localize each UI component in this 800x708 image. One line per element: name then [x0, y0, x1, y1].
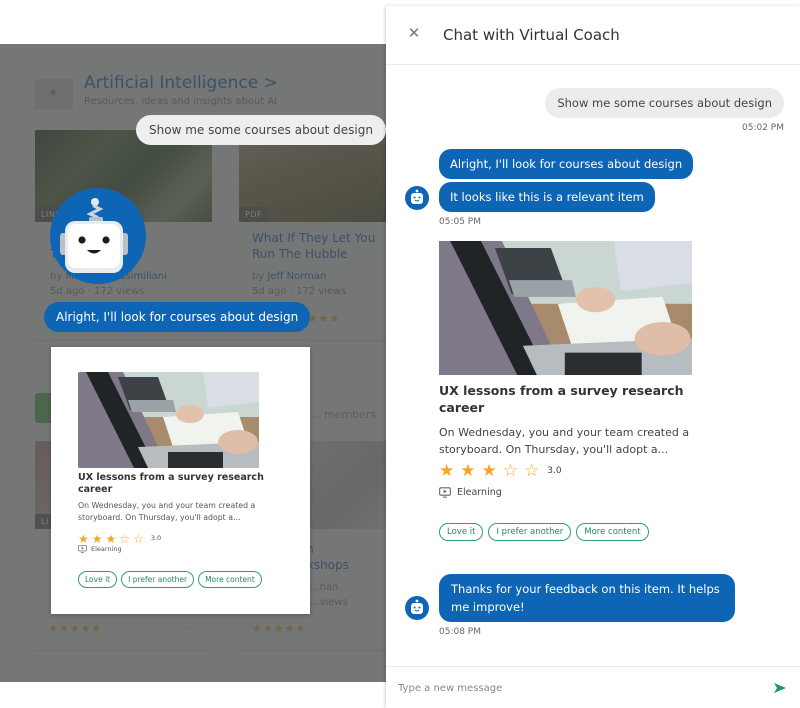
bot-message: Alright, I'll look for courses about des… — [439, 149, 694, 179]
robot-icon — [50, 188, 146, 284]
more-content-button[interactable]: More content — [198, 571, 262, 588]
prefer-another-button[interactable]: I prefer another — [121, 571, 195, 588]
star-filled-icon: ★ — [481, 461, 497, 481]
rating-stars: ★ ★ ★ ☆ ☆ — [439, 461, 545, 481]
bot-avatar-icon — [405, 596, 429, 620]
star-filled-icon: ★ — [91, 532, 103, 546]
star-empty-icon: ☆ — [133, 532, 144, 546]
message-input[interactable] — [398, 677, 738, 699]
content-type: Elearning — [439, 487, 502, 498]
content-description: On Wednesday, you and your team created … — [78, 501, 256, 522]
elearning-icon — [78, 545, 87, 553]
preview-bot-message: Alright, I'll look for courses about des… — [44, 302, 311, 332]
content-description: On Wednesday, you and your team created … — [439, 426, 690, 456]
star-empty-icon: ☆ — [524, 461, 540, 481]
close-icon[interactable]: ✕ — [406, 25, 422, 41]
prefer-another-button[interactable]: I prefer another — [488, 523, 572, 541]
preview-user-message: Show me some courses about design — [136, 115, 386, 145]
chat-panel: ✕ Chat with Virtual Coach Show me some c… — [386, 6, 800, 708]
rating: ★ ★ ★ ☆ ☆ 3.0 — [439, 461, 562, 481]
user-message: Show me some courses about design — [545, 88, 784, 118]
send-icon[interactable] — [772, 680, 788, 696]
feedback-actions: Love it I prefer another More content — [439, 523, 649, 541]
love-it-button[interactable]: Love it — [439, 523, 484, 541]
content-type: Elearning — [78, 545, 122, 553]
content-type-label: Elearning — [457, 487, 502, 498]
content-title[interactable]: UX lessons from a survey research career — [78, 472, 278, 496]
star-filled-icon: ★ — [78, 532, 89, 546]
star-empty-icon: ☆ — [119, 532, 131, 546]
star-filled-icon: ★ — [105, 532, 117, 546]
message-composer — [386, 666, 800, 708]
bot-message: It looks like this is a relevant item — [439, 182, 655, 212]
preview-content-card: UX lessons from a survey research career… — [51, 347, 310, 614]
love-it-button[interactable]: Love it — [78, 571, 118, 588]
content-type-label: Elearning — [91, 545, 122, 553]
chat-header: ✕ Chat with Virtual Coach — [386, 6, 800, 65]
rating-value: 3.0 — [150, 533, 162, 542]
more-content-button[interactable]: More content — [576, 523, 649, 541]
elearning-icon — [439, 487, 451, 498]
bot-avatar-icon — [405, 186, 429, 210]
content-image[interactable] — [439, 241, 692, 375]
message-timestamp: 05:08 PM — [439, 627, 481, 637]
chat-title: Chat with Virtual Coach — [443, 26, 620, 44]
star-empty-icon: ☆ — [502, 461, 518, 481]
message-timestamp: 05:05 PM — [439, 217, 481, 227]
bot-message: Thanks for your feedback on this item. I… — [439, 574, 735, 622]
content-image[interactable] — [78, 372, 259, 468]
screen: Artificial Intelligence > Resources, ide… — [0, 0, 800, 708]
message-timestamp: 05:02 PM — [742, 123, 784, 133]
feedback-actions: Love it I prefer another More content — [78, 571, 262, 588]
star-filled-icon: ★ — [460, 461, 476, 481]
content-title[interactable]: UX lessons from a survey research career — [439, 382, 699, 416]
rating-value: 3.0 — [547, 466, 562, 476]
star-filled-icon: ★ — [439, 461, 455, 481]
